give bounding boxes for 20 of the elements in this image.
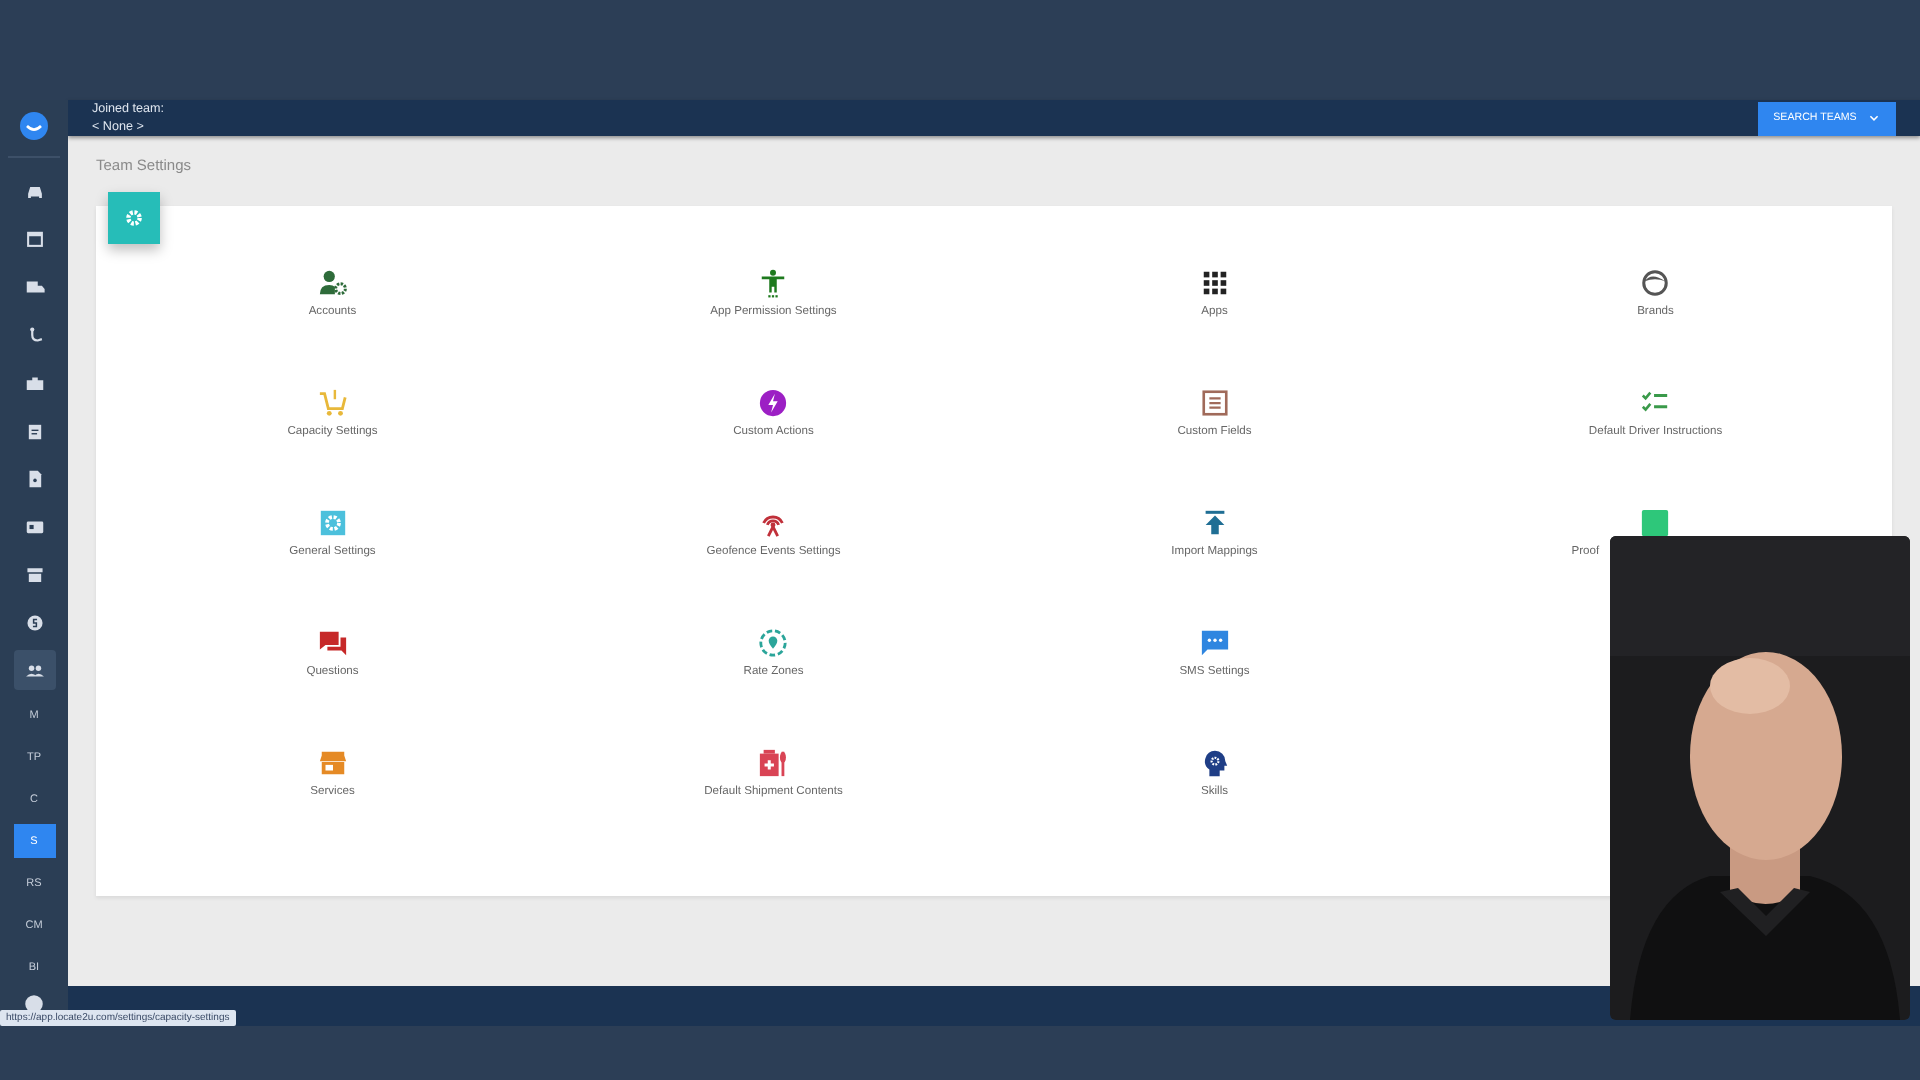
- person-gear-icon[interactable]: [317, 268, 348, 298]
- dollar-coin-icon: [23, 611, 45, 633]
- grid-icon[interactable]: [1199, 268, 1230, 298]
- sidebar-item[interactable]: [13, 650, 55, 690]
- archive-icon: [23, 563, 45, 585]
- list-icon[interactable]: [1199, 388, 1230, 418]
- location-pin-icon[interactable]: [758, 628, 789, 658]
- head-gear-icon[interactable]: [1199, 748, 1230, 778]
- medical-kit-icon[interactable]: [758, 748, 789, 778]
- message-icon[interactable]: [1199, 628, 1230, 658]
- store-icon[interactable]: [317, 748, 348, 778]
- chat-icon[interactable]: [317, 628, 348, 658]
- logo-icon[interactable]: [20, 112, 48, 140]
- person-icon[interactable]: [758, 268, 789, 298]
- image-icon[interactable]: [1640, 508, 1671, 538]
- lightning-icon[interactable]: [758, 388, 789, 418]
- clipboard-icon: [23, 419, 45, 441]
- calendar-icon: [23, 227, 45, 249]
- settings-icon: [124, 208, 144, 228]
- caret-icon: [1868, 112, 1881, 124]
